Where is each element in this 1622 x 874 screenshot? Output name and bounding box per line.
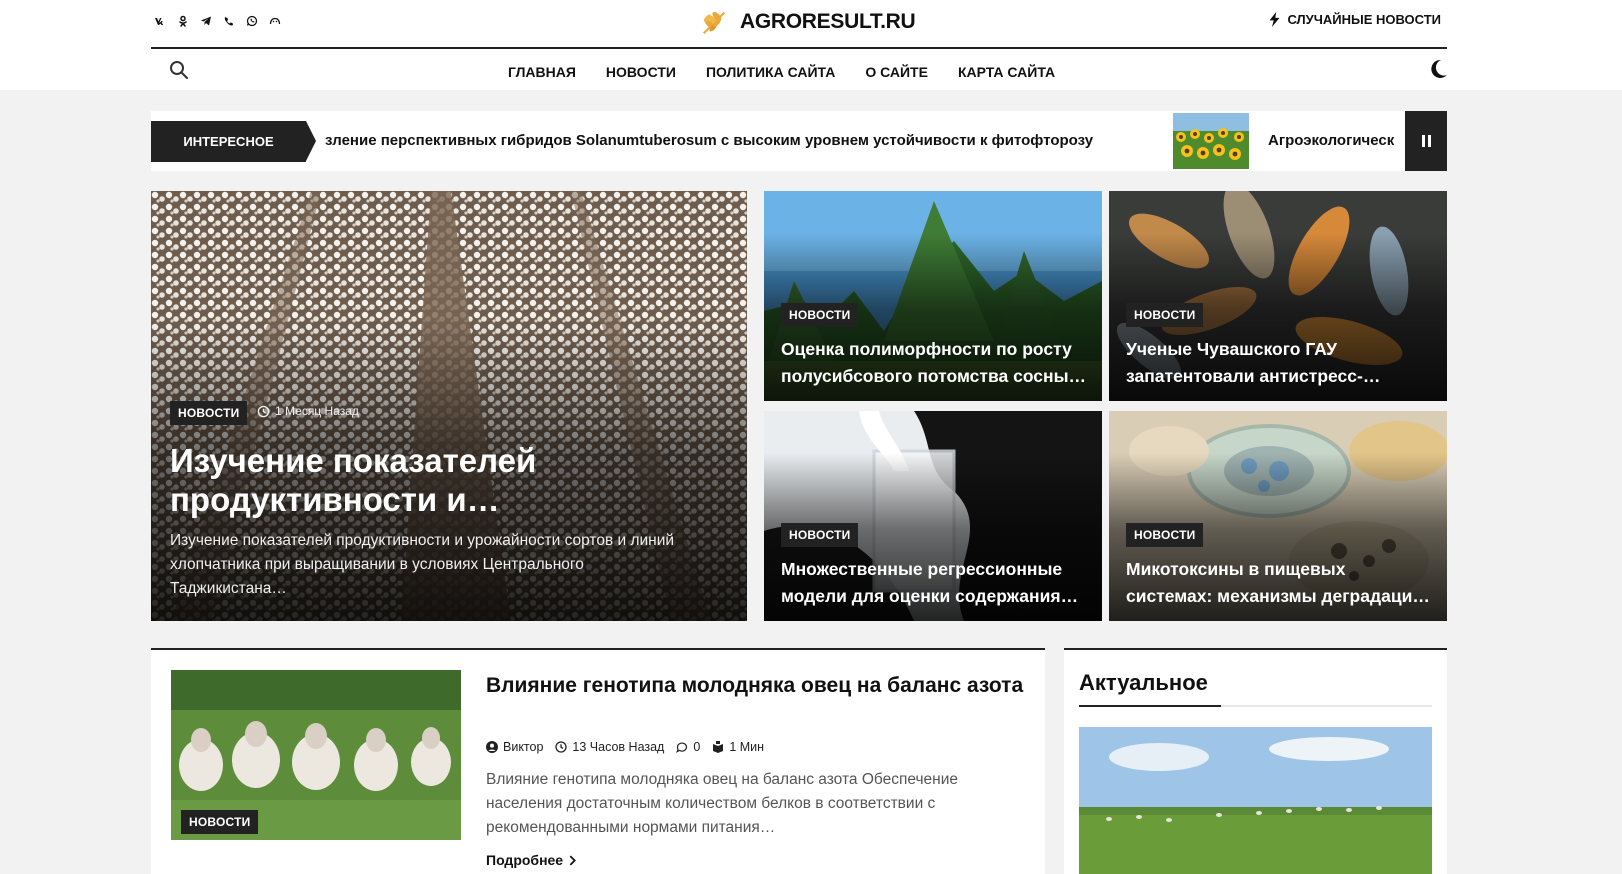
card-title[interactable]: Множественные регрессионные модели для о… xyxy=(781,556,1091,610)
header-divider xyxy=(151,47,1447,49)
post-list: НОВОСТИ Влияние генотипа молодняка овец … xyxy=(151,648,1045,874)
post-time: 13 Часов Назад xyxy=(555,740,664,754)
ticker-item[interactable]: зление перспективных гибридов Solanumtub… xyxy=(325,132,1145,149)
post-excerpt: Влияние генотипа молодняка овец на балан… xyxy=(486,771,958,836)
ticker-thumbnail[interactable] xyxy=(1173,113,1249,169)
category-badge[interactable]: НОВОСТИ xyxy=(1126,303,1204,327)
dark-mode-toggle-icon[interactable] xyxy=(1427,58,1449,80)
telegram-icon[interactable] xyxy=(197,12,214,29)
whatsapp-icon[interactable] xyxy=(243,12,260,29)
lightning-icon xyxy=(1269,12,1280,27)
site-logo[interactable]: AGRORESULT.RU xyxy=(700,6,916,38)
sidebar-widget: Актуальное xyxy=(1064,648,1447,874)
category-badge[interactable]: НОВОСТИ xyxy=(170,401,248,425)
post-card[interactable]: НОВОСТИ Микотоксины в пищевых системах: … xyxy=(1109,411,1447,621)
featured-excerpt: Изучение показателей продуктивности и ур… xyxy=(170,532,675,597)
post-card[interactable]: НОВОСТИ Множественные регрессионные моде… xyxy=(764,411,1102,621)
nav-item-sitemap[interactable]: КАРТА САЙТА xyxy=(958,64,1055,80)
nav-item-home[interactable]: ГЛАВНАЯ xyxy=(508,64,576,80)
wheat-icon xyxy=(700,7,730,37)
nav-item-about[interactable]: О САЙТЕ xyxy=(865,64,928,80)
search-icon[interactable] xyxy=(168,59,190,81)
card-title[interactable]: Микотоксины в пищевых системах: механизм… xyxy=(1126,556,1436,610)
post-thumbnail[interactable]: НОВОСТИ xyxy=(171,670,461,840)
widget-title: Актуальное xyxy=(1079,670,1208,695)
chevron-right-icon xyxy=(569,855,577,865)
odnoklassniki-icon[interactable] xyxy=(174,12,191,29)
post-author[interactable]: Виктор xyxy=(486,740,543,754)
ticker-item[interactable]: Агроэкологическ xyxy=(1268,132,1408,149)
category-badge[interactable]: НОВОСТИ xyxy=(781,523,859,547)
read-more-link[interactable]: Подробнее xyxy=(486,852,577,868)
news-ticker: ИНТЕРЕСНОЕ зление перспективных гибридов… xyxy=(151,111,1447,171)
max-icon[interactable] xyxy=(266,12,283,29)
post-card[interactable]: НОВОСТИ Ученые Чувашского ГАУ запатентов… xyxy=(1109,191,1447,401)
category-badge[interactable]: НОВОСТИ xyxy=(1126,523,1204,547)
post-comments[interactable]: 0 xyxy=(676,740,700,754)
comment-icon xyxy=(676,742,688,753)
random-news-link[interactable]: СЛУЧАЙНЫЕ НОВОСТИ xyxy=(1268,12,1441,27)
post-time: 1 Месяц Назад xyxy=(257,404,359,418)
nav-item-policy[interactable]: ПОЛИТИКА САЙТА xyxy=(706,64,835,80)
category-badge[interactable]: НОВОСТИ xyxy=(181,810,259,834)
card-title[interactable]: Ученые Чувашского ГАУ запатентовали анти… xyxy=(1126,336,1436,390)
sidebar-post-thumbnail[interactable] xyxy=(1079,727,1432,874)
post-meta: Виктор 13 Часов Назад 0 1 Мин xyxy=(486,740,764,754)
site-name: AGRORESULT.RU xyxy=(740,10,916,33)
post-card[interactable]: НОВОСТИ Оценка полиморфности по росту по… xyxy=(764,191,1102,401)
post-title[interactable]: Влияние генотипа молодняка овец на балан… xyxy=(486,672,1026,700)
nav-item-news[interactable]: НОВОСТИ xyxy=(606,64,676,80)
post-read-time: 1 Мин xyxy=(712,740,764,754)
clock-icon xyxy=(257,405,270,417)
vk-icon[interactable] xyxy=(151,12,168,29)
card-title[interactable]: Оценка полиморфности по росту полусибсов… xyxy=(781,336,1091,390)
pasture-image xyxy=(1079,727,1432,874)
social-links xyxy=(151,12,283,29)
pause-icon[interactable] xyxy=(1405,111,1447,171)
book-icon xyxy=(713,741,724,753)
category-badge[interactable]: НОВОСТИ xyxy=(781,303,859,327)
site-header: AGRORESULT.RU СЛУЧАЙНЫЕ НОВОСТИ ГЛАВНАЯ … xyxy=(0,0,1622,90)
featured-post[interactable]: НОВОСТИ 1 Месяц Назад Изучение показател… xyxy=(151,191,747,621)
ticker-label: ИНТЕРЕСНОЕ xyxy=(151,121,316,162)
viber-icon[interactable] xyxy=(220,12,237,29)
main-nav: ГЛАВНАЯ НОВОСТИ ПОЛИТИКА САЙТА О САЙТЕ К… xyxy=(508,64,1055,80)
widget-title-underline xyxy=(1079,705,1432,707)
featured-title[interactable]: Изучение показателей продуктивности и… xyxy=(170,441,690,519)
user-icon xyxy=(486,741,498,753)
clock-icon xyxy=(555,741,568,753)
